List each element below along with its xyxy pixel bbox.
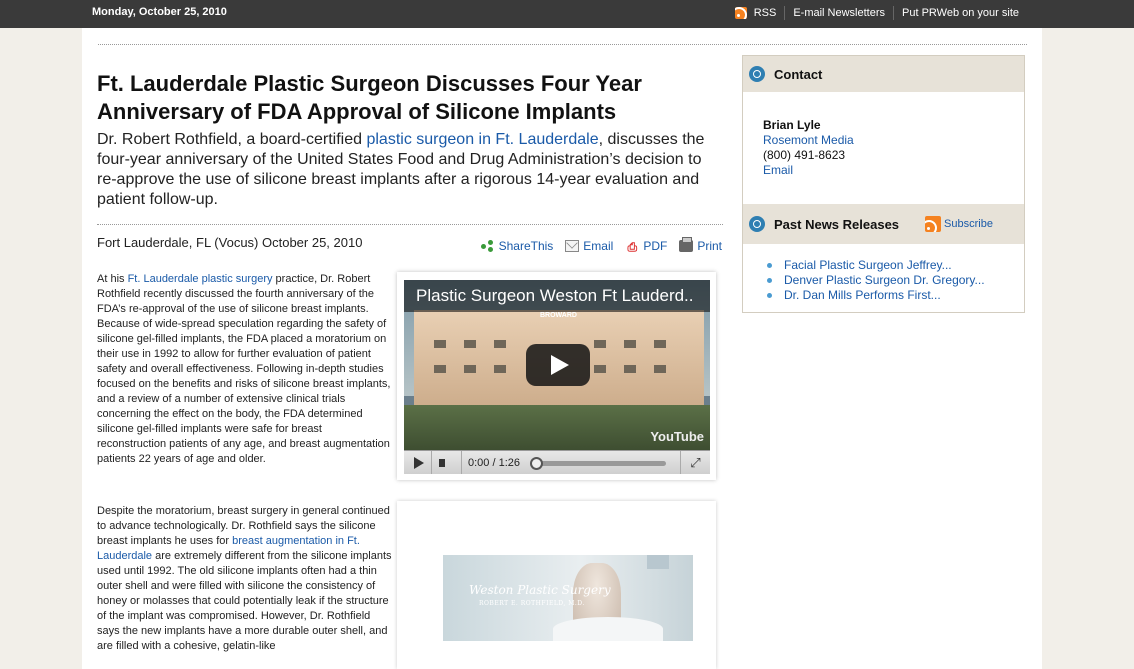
news-title: Past News Releases: [774, 216, 900, 232]
play-icon[interactable]: [526, 344, 590, 386]
print-label: Print: [697, 239, 722, 253]
contact-name: Brian Lyle: [763, 118, 821, 132]
video-title[interactable]: Plastic Surgeon Weston Ft Lauderd..: [404, 280, 710, 312]
article-tools: ShareThis Email ⎙ PDF Print: [469, 237, 722, 254]
printer-icon: [679, 237, 694, 252]
volume-icon[interactable]: [432, 451, 462, 474]
divider: [97, 224, 723, 225]
contact-title: Contact: [774, 66, 823, 82]
building-sign: BROWARD: [540, 312, 577, 319]
pdf-icon: ⎙: [627, 240, 638, 254]
top-bar: Monday, October 25, 2010 RSS E-mail News…: [0, 0, 1134, 28]
body-paragraph: At his Ft. Lauderdale plastic surgery pr…: [97, 272, 393, 467]
rss-link[interactable]: RSS: [734, 6, 785, 20]
contact-email-link[interactable]: Email: [763, 163, 1024, 178]
fullscreen-icon[interactable]: ⤢: [680, 451, 710, 474]
email-button[interactable]: Email: [565, 239, 613, 253]
news-list: Facial Plastic Surgeon Jeffrey... Denver…: [743, 244, 1024, 303]
banner-sub-text: ROBERT E. ROTHFIELD, M.D.: [479, 600, 585, 607]
rss-label: RSS: [753, 7, 777, 19]
para-text: At his: [97, 273, 128, 285]
play-small-icon[interactable]: [404, 451, 432, 474]
news-item-link[interactable]: Denver Plastic Surgeon Dr. Gregory...: [784, 273, 985, 287]
video-embed: BROWARD Plastic Surgeon Weston Ft Lauder…: [397, 272, 716, 480]
progress-knob[interactable]: [530, 457, 543, 470]
rss-icon: [925, 216, 942, 232]
summary-link[interactable]: plastic surgeon in Ft. Lauderdale: [366, 131, 598, 148]
summary: Dr. Robert Rothfield, a board-certified …: [97, 130, 717, 210]
contact-info: Brian Lyle Rosemont Media (800) 491-8623…: [743, 92, 1024, 204]
banner-badge: [647, 555, 669, 569]
current-date: Monday, October 25, 2010: [92, 6, 227, 18]
contact-icon: [749, 66, 765, 82]
sidebar: Contact Brian Lyle Rosemont Media (800) …: [742, 55, 1025, 313]
top-nav: RSS E-mail Newsletters Put PRWeb on your…: [734, 6, 1027, 20]
news-header: Past News Releases Subscribe: [743, 204, 1024, 244]
pdf-button[interactable]: ⎙ PDF: [625, 239, 668, 254]
divider: [98, 44, 1027, 45]
email-label: Email: [583, 239, 614, 253]
banner-cloth: [553, 617, 663, 641]
list-item: Denver Plastic Surgeon Dr. Gregory...: [767, 273, 1024, 288]
list-item: Facial Plastic Surgeon Jeffrey...: [767, 258, 1024, 273]
news-item-link[interactable]: Dr. Dan Mills Performs First...: [784, 288, 941, 302]
video-controls: 0:00 / 1:26 ⤢: [404, 450, 710, 474]
rss-icon: [734, 7, 747, 19]
summary-text: Dr. Robert Rothfield, a board-certified: [97, 131, 367, 148]
plastic-surgery-link[interactable]: Ft. Lauderdale plastic surgery: [128, 273, 273, 285]
surgeon-banner-image[interactable]: Weston Plastic Surgery ROBERT E. ROTHFIE…: [443, 555, 693, 641]
list-item: Dr. Dan Mills Performs First...: [767, 288, 1024, 303]
share-icon: [480, 240, 495, 252]
mail-icon: [565, 240, 580, 252]
contact-company-link[interactable]: Rosemont Media: [763, 133, 1024, 148]
youtube-logo[interactable]: YouTube: [650, 429, 704, 444]
email-newsletters-link[interactable]: E-mail Newsletters: [784, 6, 893, 20]
dateline: Fort Lauderdale, FL (Vocus) October 25, …: [97, 235, 363, 250]
share-label: ShareThis: [498, 239, 554, 253]
share-button[interactable]: ShareThis: [480, 239, 554, 253]
subscribe-label: Subscribe: [944, 218, 993, 230]
print-button[interactable]: Print: [679, 237, 722, 253]
para-text: practice, Dr. Robert Rothfield recently …: [97, 273, 391, 465]
page-content: Ft. Lauderdale Plastic Surgeon Discusses…: [82, 28, 1042, 669]
contact-phone: (800) 491-8623: [763, 148, 846, 162]
news-icon: [749, 216, 765, 232]
banner-script-text: Weston Plastic Surgery: [469, 583, 611, 597]
video-player[interactable]: BROWARD Plastic Surgeon Weston Ft Lauder…: [404, 280, 710, 474]
subscribe-link[interactable]: Subscribe: [925, 216, 993, 232]
headline: Ft. Lauderdale Plastic Surgeon Discusses…: [97, 71, 642, 124]
video-time: 0:00 / 1:26: [468, 457, 520, 469]
image-box: Weston Plastic Surgery ROBERT E. ROTHFIE…: [397, 501, 716, 669]
pdf-label: PDF: [643, 239, 668, 253]
para-text: are extremely different from the silicon…: [97, 550, 392, 652]
video-progress-bar[interactable]: [530, 457, 666, 470]
prweb-link[interactable]: Put PRWeb on your site: [893, 6, 1027, 20]
contact-header: Contact: [743, 56, 1024, 92]
body-paragraph: Despite the moratorium, breast surgery i…: [97, 504, 393, 654]
news-item-link[interactable]: Facial Plastic Surgeon Jeffrey...: [784, 258, 952, 272]
